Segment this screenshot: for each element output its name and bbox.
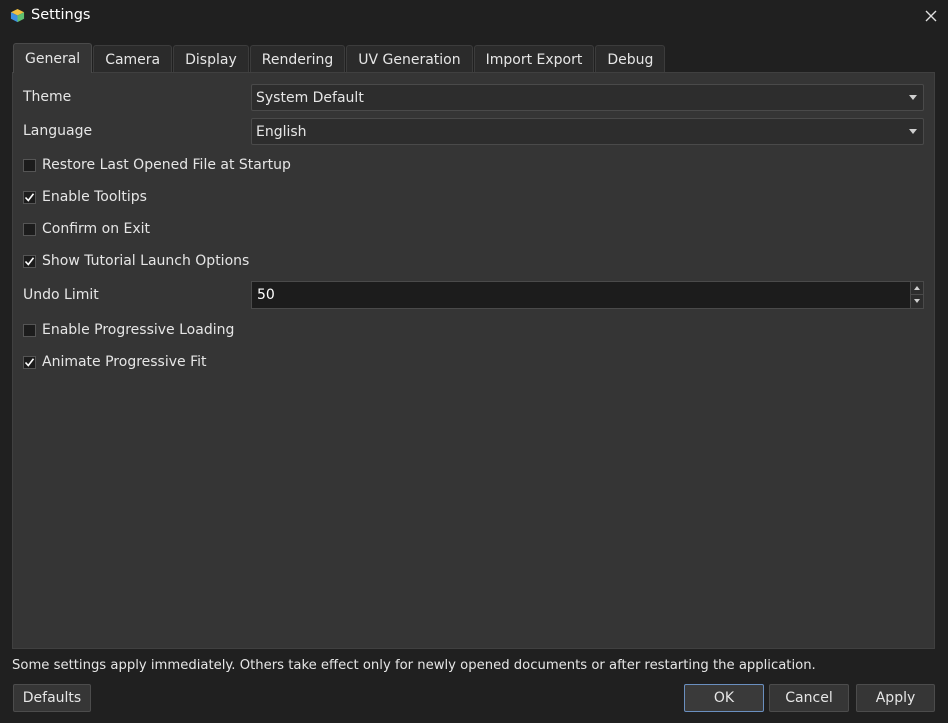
general-settings-panel: Theme System Default Language English Re…: [12, 72, 935, 649]
language-label: Language: [23, 123, 93, 139]
apply-button[interactable]: Apply: [856, 684, 935, 712]
restore-last-file-checkbox[interactable]: Restore Last Opened File at Startup: [23, 155, 291, 175]
animate-progressive-fit-label: Animate Progressive Fit: [42, 354, 207, 370]
show-tutorial-label: Show Tutorial Launch Options: [42, 253, 250, 269]
checkbox-box[interactable]: [23, 254, 36, 268]
settings-note: Some settings apply immediately. Others …: [12, 658, 816, 673]
ok-button[interactable]: OK: [684, 684, 764, 712]
undo-limit-spinbox[interactable]: 50: [251, 281, 924, 309]
restore-last-file-label: Restore Last Opened File at Startup: [42, 157, 291, 173]
checkmark-icon: [24, 256, 35, 266]
defaults-button[interactable]: Defaults: [13, 684, 91, 712]
tab-uv-generation[interactable]: UV Generation: [346, 45, 473, 73]
spin-up-button[interactable]: [911, 282, 924, 295]
language-select[interactable]: English: [251, 118, 924, 145]
chevron-down-icon: [909, 129, 917, 134]
window-title: Settings: [31, 7, 91, 23]
theme-value: System Default: [256, 89, 364, 106]
progressive-loading-label: Enable Progressive Loading: [42, 322, 235, 338]
animate-progressive-fit-checkbox[interactable]: Animate Progressive Fit: [23, 352, 207, 372]
checkbox-box[interactable]: [23, 190, 36, 204]
tab-rendering[interactable]: Rendering: [249, 45, 346, 73]
enable-tooltips-checkbox[interactable]: Enable Tooltips: [23, 187, 147, 207]
enable-tooltips-label: Enable Tooltips: [42, 189, 147, 205]
checkbox-box[interactable]: [23, 222, 36, 236]
tab-general[interactable]: General: [13, 43, 93, 73]
close-button[interactable]: [914, 0, 948, 32]
checkbox-box[interactable]: [23, 158, 36, 172]
checkbox-box[interactable]: [23, 323, 36, 337]
close-icon: [925, 10, 937, 22]
spin-down-button[interactable]: [911, 295, 924, 308]
checkbox-box[interactable]: [23, 355, 36, 369]
title-bar: Settings: [0, 0, 948, 32]
tab-camera[interactable]: Camera: [93, 45, 173, 73]
tab-debug[interactable]: Debug: [595, 45, 666, 73]
tab-display[interactable]: Display: [173, 45, 249, 73]
cancel-button[interactable]: Cancel: [769, 684, 849, 712]
show-tutorial-checkbox[interactable]: Show Tutorial Launch Options: [23, 251, 249, 271]
progressive-loading-checkbox[interactable]: Enable Progressive Loading: [23, 320, 234, 340]
tab-import-export[interactable]: Import Export: [473, 45, 595, 73]
undo-limit-value[interactable]: 50: [257, 287, 275, 303]
theme-label: Theme: [23, 89, 72, 105]
cube-icon: [10, 8, 25, 23]
confirm-on-exit-checkbox[interactable]: Confirm on Exit: [23, 219, 150, 239]
spin-buttons: [910, 282, 924, 308]
undo-limit-label: Undo Limit: [23, 287, 99, 303]
checkmark-icon: [24, 357, 35, 367]
theme-select[interactable]: System Default: [251, 84, 924, 111]
confirm-on-exit-label: Confirm on Exit: [42, 221, 151, 237]
chevron-down-icon: [909, 95, 917, 100]
language-value: English: [256, 123, 307, 140]
tab-bar: General Camera Display Rendering UV Gene…: [13, 43, 666, 73]
checkmark-icon: [24, 192, 35, 202]
